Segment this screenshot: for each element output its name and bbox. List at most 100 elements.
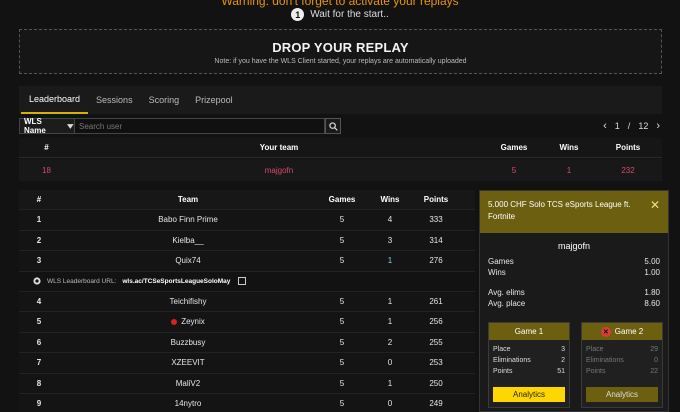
my-team-row[interactable]: 18 majgofn 5 1 232 bbox=[19, 159, 662, 181]
col-points: Points bbox=[423, 195, 449, 204]
my-team-header: # Your team Games Wins Points bbox=[19, 138, 662, 158]
live-status-icon bbox=[171, 318, 178, 325]
row-points: 256 bbox=[429, 317, 443, 327]
row-games: 5 bbox=[339, 215, 345, 225]
row-rank: 2 bbox=[36, 235, 42, 245]
row-rank: 8 bbox=[36, 378, 42, 388]
points-label: Points bbox=[493, 368, 513, 375]
col-team: Team bbox=[177, 195, 199, 204]
leaderboard-table: # Team Games Wins Points 1 Babo Finn Pri… bbox=[19, 190, 475, 412]
table-row[interactable]: 3 Quix74 5 1 276 bbox=[19, 251, 475, 272]
team-name: Quix74 bbox=[175, 256, 201, 266]
row-points: 255 bbox=[429, 337, 443, 347]
col-games: Games bbox=[500, 143, 528, 152]
row-points: 249 bbox=[429, 399, 443, 409]
row-points: 250 bbox=[429, 378, 443, 388]
row-wins: 1 bbox=[387, 256, 393, 266]
team-name: 14nytro bbox=[174, 399, 202, 409]
analytics-button[interactable]: Analytics bbox=[493, 387, 565, 402]
eliminated-icon: ✕ bbox=[600, 326, 611, 337]
row-team: XZEEVIT bbox=[59, 358, 317, 367]
leaderboard-url-bar: WLS Leaderboard URL: wls.ac/TCSeSportsLe… bbox=[19, 271, 475, 292]
col-wins: Wins bbox=[380, 195, 400, 204]
stat-value: 8.60 bbox=[644, 299, 660, 308]
tab-sessions[interactable]: Sessions bbox=[88, 86, 141, 114]
table-row[interactable]: 1 Babo Finn Prime 5 4 333 bbox=[19, 210, 475, 231]
row-wins: 0 bbox=[387, 399, 393, 409]
my-points: 232 bbox=[621, 165, 635, 175]
row-rank: 9 bbox=[36, 399, 42, 409]
drop-title: DROP YOUR REPLAY bbox=[272, 40, 409, 55]
wls-logo-icon bbox=[33, 277, 41, 285]
team-name: Babo Finn Prime bbox=[158, 215, 218, 225]
table-row[interactable]: 7 XZEEVIT 5 0 253 bbox=[19, 353, 475, 374]
tab-prizepool[interactable]: Prizepool bbox=[187, 86, 241, 114]
my-wins: 1 bbox=[566, 165, 572, 175]
row-wins: 2 bbox=[387, 337, 393, 347]
game-place: Place 3 bbox=[489, 346, 569, 357]
page-separator: / bbox=[627, 121, 631, 131]
table-row[interactable]: 8 MaliV2 5 1 250 bbox=[19, 374, 475, 394]
start-step: 1 Wait for the start.. bbox=[0, 8, 680, 21]
name-type-value: WLS Name bbox=[24, 117, 46, 135]
row-wins: 1 bbox=[387, 378, 393, 388]
tab-scoring[interactable]: Scoring bbox=[141, 86, 188, 114]
stat-value: 5.00 bbox=[644, 257, 660, 266]
row-rank: 3 bbox=[36, 256, 42, 266]
row-points: 333 bbox=[429, 215, 443, 225]
search-input[interactable]: Search user bbox=[75, 118, 325, 134]
leaderboard-url[interactable]: wls.ac/TCSeSportsLeagueSoloMay bbox=[122, 278, 230, 285]
row-games: 5 bbox=[339, 296, 345, 306]
table-row[interactable]: 2 Kielba__ 5 3 314 bbox=[19, 231, 475, 251]
stat-wins: Wins 1.00 bbox=[480, 268, 668, 279]
row-games: 5 bbox=[339, 399, 345, 409]
close-icon[interactable]: ✕ bbox=[650, 199, 660, 211]
row-games: 5 bbox=[339, 358, 345, 368]
stat-games: Games 5.00 bbox=[480, 257, 668, 268]
col-points: Points bbox=[615, 143, 641, 152]
game-elims: Eliminations 0 bbox=[582, 357, 662, 368]
row-team: Zeynix bbox=[59, 317, 317, 326]
game-elims: Eliminations 2 bbox=[489, 357, 569, 368]
table-row[interactable]: 5 Zeynix 5 1 256 bbox=[19, 312, 475, 333]
row-team: 14nytro bbox=[59, 399, 317, 408]
row-points: 261 bbox=[429, 296, 443, 306]
replay-drop-zone[interactable]: DROP YOUR REPLAY Note: if you have the W… bbox=[19, 29, 662, 74]
tournament-title: 5.000 CHF Solo TCS eSports League ft. Fo… bbox=[488, 200, 631, 221]
name-type-select[interactable]: WLS Name bbox=[19, 117, 75, 135]
table-row[interactable]: 4 Teichifishy 5 1 261 bbox=[19, 292, 475, 312]
col-rank: # bbox=[44, 143, 49, 152]
row-wins: 3 bbox=[387, 235, 393, 245]
drop-note: Note: if you have the WLS Client started… bbox=[214, 58, 467, 65]
stat-avg-place: Avg. place 8.60 bbox=[480, 299, 668, 310]
table-row[interactable]: 6 Buzzbusy 5 2 255 bbox=[19, 333, 475, 353]
page-total: 12 bbox=[638, 121, 649, 131]
row-rank: 4 bbox=[36, 296, 42, 306]
row-games: 5 bbox=[339, 256, 345, 266]
search-button[interactable] bbox=[325, 118, 341, 134]
leaderboard-header: # Team Games Wins Points bbox=[19, 190, 475, 210]
prev-page-icon[interactable]: ‹ bbox=[603, 120, 607, 132]
game-points: Points 22 bbox=[582, 368, 662, 379]
table-row[interactable]: 9 14nytro 5 0 249 bbox=[19, 394, 475, 412]
row-team: Buzzbusy bbox=[59, 338, 317, 347]
row-points: 253 bbox=[429, 358, 443, 368]
team-name: Zeynix bbox=[181, 317, 205, 327]
step-text: Wait for the start.. bbox=[310, 9, 389, 20]
url-label: WLS Leaderboard URL: bbox=[47, 277, 117, 285]
row-wins: 1 bbox=[387, 317, 393, 327]
game-title: Game 2 bbox=[614, 327, 644, 336]
tab-leaderboard[interactable]: Leaderboard bbox=[21, 86, 89, 114]
next-page-icon[interactable]: › bbox=[656, 120, 660, 132]
player-name: majgofn bbox=[557, 241, 591, 251]
copy-icon[interactable] bbox=[238, 277, 247, 285]
team-name: MaliV2 bbox=[175, 378, 201, 388]
game-place: Place 29 bbox=[582, 346, 662, 357]
row-games: 5 bbox=[339, 378, 345, 388]
pagination: ‹ 1 / 12 › bbox=[603, 120, 662, 132]
replay-warning: Warning: don't forget to activate your r… bbox=[221, 0, 459, 8]
row-games: 5 bbox=[339, 317, 345, 327]
analytics-button[interactable]: Analytics bbox=[586, 387, 658, 402]
stat-label: Games bbox=[488, 257, 514, 266]
points-label: Points bbox=[586, 368, 606, 375]
